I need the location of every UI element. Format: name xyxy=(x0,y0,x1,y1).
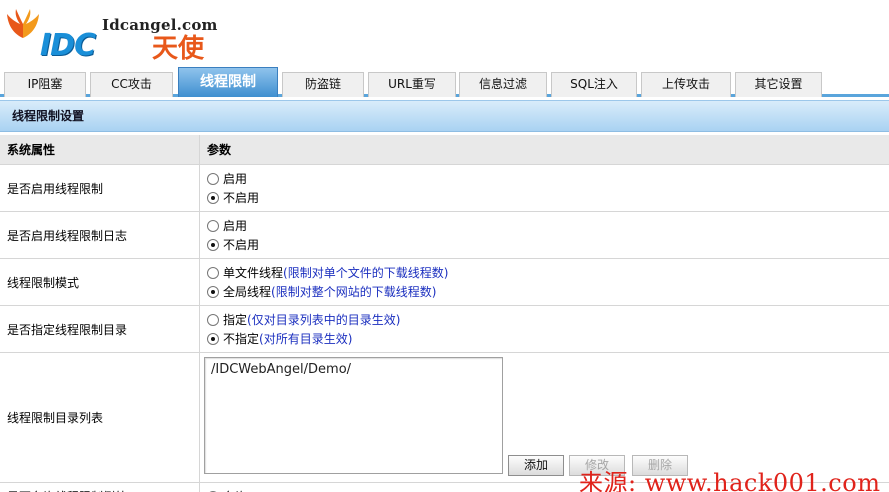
row-label: 线程限制目录列表 xyxy=(0,353,200,482)
radio-option[interactable]: 指定 (仅对目录列表中的目录生效) xyxy=(207,310,889,329)
table-header-row: 系统属性 参数 xyxy=(0,135,889,165)
tab-cc-attack[interactable]: CC攻击 xyxy=(90,72,173,97)
table-row: 是否启用线程限制 启用 不启用 xyxy=(0,165,889,212)
radio-button[interactable] xyxy=(207,219,219,232)
tab-sql-injection[interactable]: SQL注入 xyxy=(551,72,637,97)
tab-anti-leech[interactable]: 防盗链 xyxy=(282,72,364,97)
radio-button[interactable] xyxy=(207,313,219,326)
tab-upload-attack[interactable]: 上传攻击 xyxy=(641,72,731,97)
option-hint: (对所有目录生效) xyxy=(259,332,353,346)
settings-tabs: IP阻塞 CC攻击 线程限制 防盗链 URL重写 信息过滤 SQL注入 上传攻击… xyxy=(0,66,889,97)
table-row: 是否启用线程限制日志 启用 不启用 xyxy=(0,212,889,259)
page-header: Idcangel.com IDC 天使 xyxy=(0,0,889,66)
radio-button[interactable] xyxy=(207,266,219,279)
radio-button[interactable] xyxy=(207,172,219,185)
table-row: 线程限制模式 单文件线程 (限制对单个文件的下载线程数) 全局线程 (限制对整个网站… xyxy=(0,259,889,306)
radio-option[interactable]: 单文件线程 (限制对单个文件的下载线程数) xyxy=(207,263,889,282)
logo-brand-cn: 天使 xyxy=(152,34,205,64)
logo-brand-latin: IDC xyxy=(40,28,96,63)
idcangel-logo: Idcangel.com IDC 天使 xyxy=(6,2,226,64)
column-header-params: 参数 xyxy=(207,143,232,157)
option-hint: (仅对目录列表中的目录生效) xyxy=(247,313,401,327)
tab-other-settings[interactable]: 其它设置 xyxy=(735,72,822,97)
tab-info-filter[interactable]: 信息过滤 xyxy=(459,72,547,97)
dir-list-textarea[interactable]: /IDCWebAngel/Demo/ xyxy=(204,357,503,474)
section-title: 线程限制设置 xyxy=(0,100,889,132)
radio-option[interactable]: 全局线程 (限制对整个网站的下载线程数) xyxy=(207,282,889,301)
add-button[interactable]: 添加 xyxy=(508,455,564,476)
table-row: 是否指定线程限制目录 指定 (仅对目录列表中的目录生效) 不指定 (对所有目录生效) xyxy=(0,306,889,353)
radio-button-checked[interactable] xyxy=(207,332,219,345)
option-hint: (限制对整个网站的下载线程数) xyxy=(271,285,437,299)
radio-option[interactable]: 不启用 xyxy=(207,235,889,254)
radio-button-checked[interactable] xyxy=(207,191,219,204)
option-hint: (限制对单个文件的下载线程数) xyxy=(283,266,449,280)
tab-url-rewrite[interactable]: URL重写 xyxy=(368,72,456,97)
tab-thread-limit[interactable]: 线程限制 xyxy=(178,67,278,97)
radio-button-checked[interactable] xyxy=(207,238,219,251)
row-label: 是否启用线程限制日志 xyxy=(0,212,200,258)
radio-option[interactable]: 不启用 xyxy=(207,188,889,207)
row-label: 是否启用线程限制 xyxy=(0,165,200,211)
radio-option[interactable]: 启用 xyxy=(207,216,889,235)
radio-option[interactable]: 不指定 (对所有目录生效) xyxy=(207,329,889,348)
column-header-property: 系统属性 xyxy=(0,135,200,164)
tab-ip-block[interactable]: IP阻塞 xyxy=(4,72,86,97)
row-label: 是否允许线程限制例外 xyxy=(0,483,200,492)
row-label: 是否指定线程限制目录 xyxy=(0,306,200,352)
angel-wings-icon xyxy=(7,9,39,38)
row-label: 线程限制模式 xyxy=(0,259,200,305)
source-watermark: 来源: www.hack001.com xyxy=(579,469,881,492)
radio-button-checked[interactable] xyxy=(207,285,219,298)
radio-option[interactable]: 启用 xyxy=(207,169,889,188)
